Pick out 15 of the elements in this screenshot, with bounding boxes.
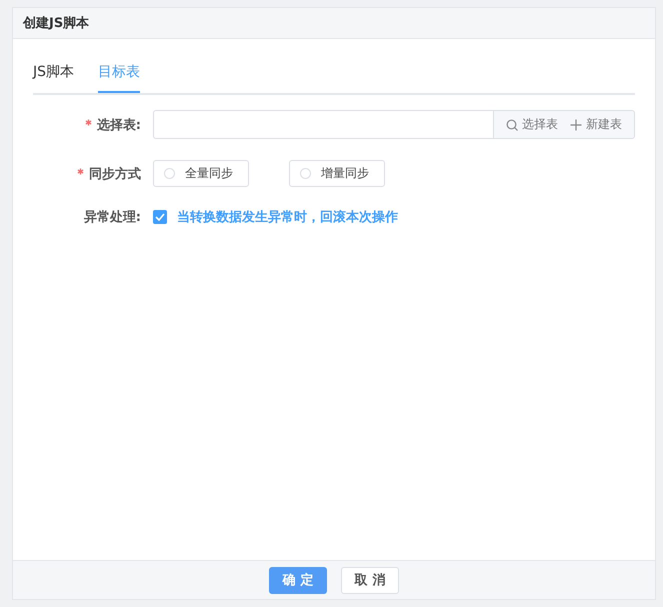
input-field[interactable] xyxy=(153,110,493,139)
radio-button[interactable]: 增量同步 xyxy=(289,160,385,187)
search-icon xyxy=(506,118,518,130)
dialog-title: 创建JS脚本 xyxy=(23,15,90,32)
field-label: 选择表: xyxy=(96,116,141,134)
tab[interactable]: JS脚本 xyxy=(33,61,74,93)
checkbox-label: 当转换数据发生异常时，回滚本次操作 xyxy=(177,208,398,226)
checkbox[interactable] xyxy=(153,210,167,224)
plus-icon xyxy=(570,118,582,130)
append-button[interactable]: 选择表 xyxy=(500,111,564,138)
radio-button[interactable]: 全量同步 xyxy=(153,160,249,187)
field-label: 异常处理: xyxy=(82,209,141,226)
append-button[interactable]: 新建表 xyxy=(564,111,628,138)
field-label: 同步方式 xyxy=(89,166,141,182)
cancel-button[interactable]: 取 消 xyxy=(341,566,399,594)
